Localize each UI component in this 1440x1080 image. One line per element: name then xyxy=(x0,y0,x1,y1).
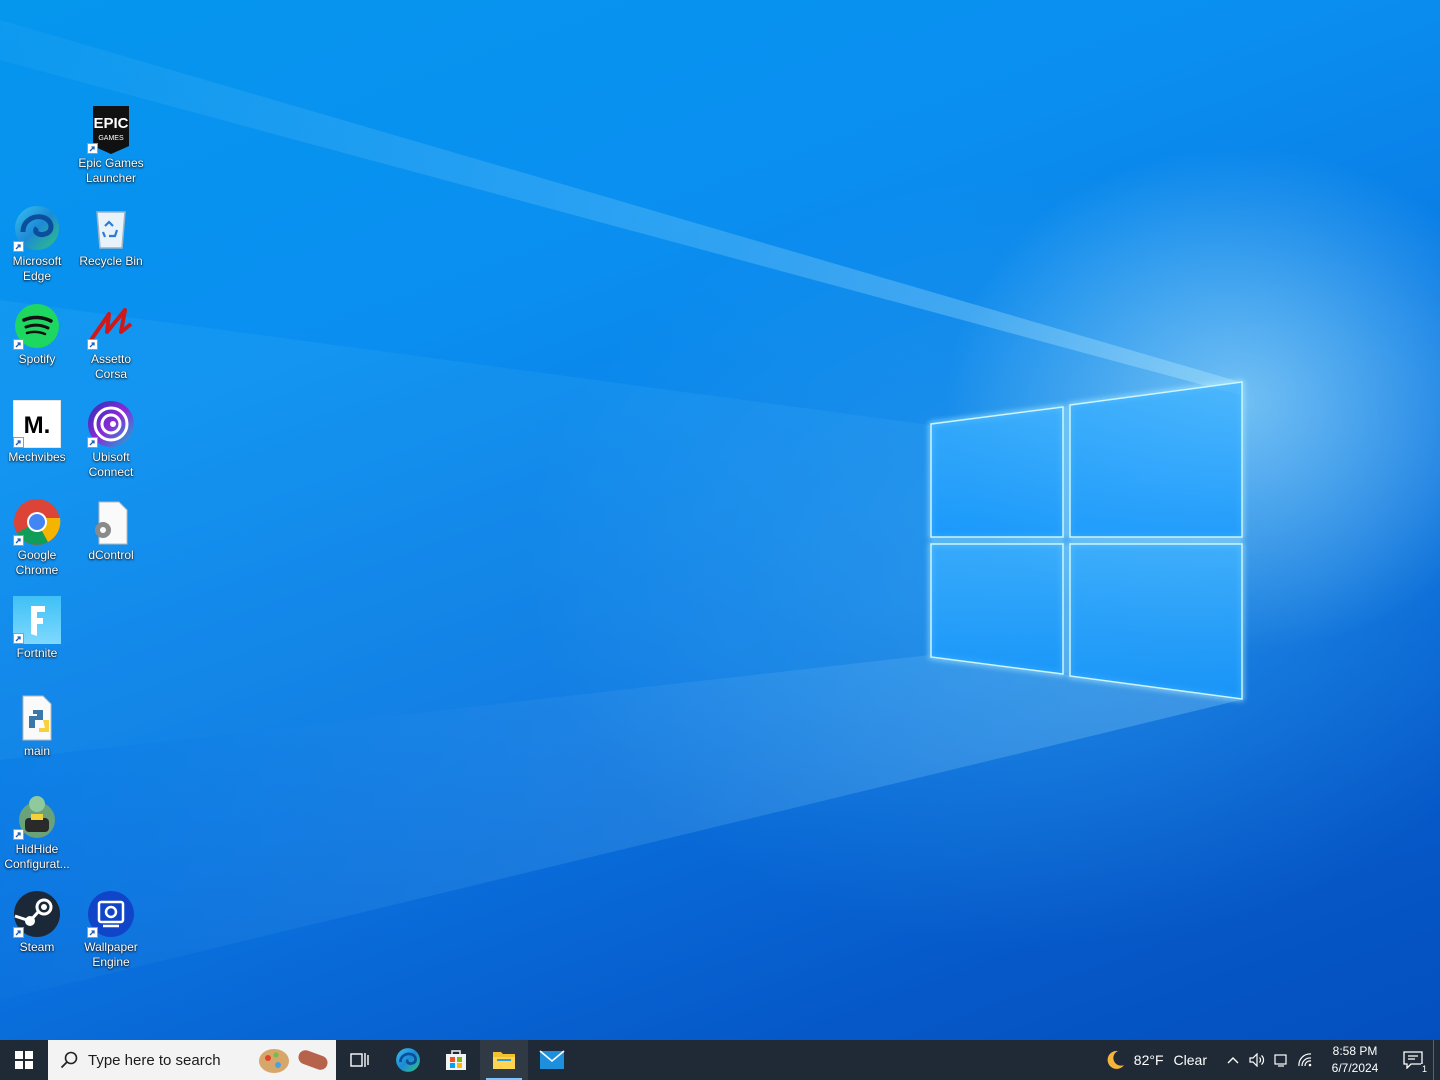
shortcut-arrow-icon xyxy=(87,927,98,938)
show-desktop-button[interactable] xyxy=(1433,1040,1440,1080)
desktop-icon-hidhide[interactable]: HidHide Configurat... xyxy=(0,790,74,882)
mechvibes-icon: M. xyxy=(12,399,62,449)
recycle-bin-icon xyxy=(87,204,135,252)
windows-wallpaper-logo xyxy=(929,380,1244,701)
shortcut-arrow-icon xyxy=(87,339,98,350)
weather-widget[interactable]: 82°F Clear xyxy=(1104,1049,1207,1071)
file-explorer-icon xyxy=(493,1052,515,1069)
taskbar-edge-button[interactable] xyxy=(384,1040,432,1080)
clock-time: 8:58 PM xyxy=(1332,1044,1378,1058)
desktop-icon-label: Ubisoft Connect xyxy=(88,450,134,479)
desktop-icon-label: main xyxy=(23,744,50,758)
desktop-icon-epic-games-launcher[interactable]: EPIC GAMES Epic Games Launcher xyxy=(74,104,148,196)
chrome-icon xyxy=(13,498,61,546)
shortcut-arrow-icon xyxy=(13,829,24,840)
store-icon xyxy=(446,1050,466,1070)
svg-text:EPIC: EPIC xyxy=(93,115,128,132)
desktop-icon-label: Microsoft Edge xyxy=(12,254,62,283)
shortcut-arrow-icon xyxy=(13,633,24,644)
volume-icon xyxy=(1249,1053,1265,1067)
desktop-icon-steam[interactable]: Steam xyxy=(0,888,74,980)
start-button[interactable] xyxy=(0,1040,48,1080)
shortcut-arrow-icon xyxy=(87,437,98,448)
edge-icon xyxy=(396,1048,420,1072)
weather-condition: Clear xyxy=(1173,1052,1207,1068)
spotify-icon xyxy=(13,302,61,350)
shortcut-arrow-icon xyxy=(13,339,24,350)
desktop-icon-recycle-bin[interactable]: Recycle Bin xyxy=(74,202,148,294)
desktop-icon-label: dControl xyxy=(88,548,134,562)
desktop-icon-label: Mechvibes xyxy=(8,450,66,464)
desktop-icon-assetto-corsa[interactable]: Assetto Corsa xyxy=(74,300,148,392)
mail-icon xyxy=(539,1050,565,1069)
desktop-icon-mechvibes[interactable]: M. Mechvibes xyxy=(0,398,74,490)
desktop-icon-label: Recycle Bin xyxy=(79,254,143,268)
desktop-icon-label: Epic Games Launcher xyxy=(78,156,144,185)
action-center-button[interactable]: 1 xyxy=(1393,1040,1433,1080)
desktop-icon-label: HidHide Configurat... xyxy=(4,842,70,871)
taskbar-file-explorer-button[interactable] xyxy=(480,1040,528,1080)
desktop-icon-google-chrome[interactable]: Google Chrome xyxy=(0,496,74,588)
assetto-corsa-icon xyxy=(87,302,135,350)
desktop[interactable]: EPIC GAMES Epic Games Launcher Microsoft… xyxy=(0,0,1440,1040)
windows-start-icon xyxy=(15,1051,33,1069)
network-button[interactable] xyxy=(1293,1040,1317,1080)
desktop-icon-label: Spotify xyxy=(18,352,56,366)
fortnite-icon xyxy=(13,596,61,644)
weather-temperature: 82°F xyxy=(1133,1052,1164,1068)
clock-date: 6/7/2024 xyxy=(1331,1061,1379,1075)
epic-games-icon: EPIC GAMES xyxy=(87,106,135,154)
moon-icon xyxy=(1107,1050,1124,1069)
hidhide-icon xyxy=(13,792,61,840)
taskbar-mail-button[interactable] xyxy=(528,1040,576,1080)
taskbar-clock[interactable]: 8:58 PM 6/7/2024 xyxy=(1323,1043,1387,1077)
task-view-icon xyxy=(350,1053,369,1067)
search-icon xyxy=(60,1051,78,1069)
chevron-up-icon xyxy=(1227,1057,1239,1064)
volume-button[interactable] xyxy=(1245,1040,1269,1080)
svg-text:M.: M. xyxy=(24,412,51,439)
shortcut-arrow-icon xyxy=(13,437,24,448)
desktop-icon-label: Fortnite xyxy=(16,646,58,660)
desktop-icon-wallpaper-engine[interactable]: Wallpaper Engine xyxy=(74,888,148,980)
dcontrol-icon xyxy=(87,498,135,546)
desktop-icon-fortnite[interactable]: Fortnite xyxy=(0,594,74,686)
svg-text:GAMES: GAMES xyxy=(98,135,124,142)
search-placeholder: Type here to search xyxy=(88,1051,221,1069)
search-highlight-doodle-icon xyxy=(259,1049,328,1073)
task-view-button[interactable] xyxy=(336,1040,384,1080)
ubisoft-icon xyxy=(87,400,135,448)
steam-icon xyxy=(13,890,61,938)
taskbar-store-button[interactable] xyxy=(432,1040,480,1080)
camera-icon xyxy=(1274,1054,1287,1067)
system-tray: 82°F Clear 8:58 PM 6/7/2024 1 xyxy=(1104,1040,1440,1080)
show-hidden-icons-button[interactable] xyxy=(1221,1040,1245,1080)
desktop-icon-label: Assetto Corsa xyxy=(90,352,132,381)
taskbar-search-box[interactable]: Type here to search xyxy=(48,1040,336,1080)
desktop-icon-label: Steam xyxy=(19,940,55,954)
desktop-icon-label: Google Chrome xyxy=(15,548,59,577)
python-file-icon xyxy=(13,694,61,742)
notification-count-badge: 1 xyxy=(1420,1064,1428,1074)
taskbar: Type here to search 82°F Clear 8:58 PM 6… xyxy=(0,1040,1440,1080)
desktop-icon-ubisoft-connect[interactable]: Ubisoft Connect xyxy=(74,398,148,490)
shortcut-arrow-icon xyxy=(13,535,24,546)
edge-icon xyxy=(13,204,61,252)
desktop-icon-main[interactable]: main xyxy=(0,692,74,784)
wallpaper-engine-icon xyxy=(87,890,135,938)
desktop-icon-label: Wallpaper Engine xyxy=(84,940,138,969)
shortcut-arrow-icon xyxy=(87,143,98,154)
shortcut-arrow-icon xyxy=(13,927,24,938)
shortcut-arrow-icon xyxy=(13,241,24,252)
desktop-icon-microsoft-edge[interactable]: Microsoft Edge xyxy=(0,202,74,294)
desktop-icon-dcontrol[interactable]: dControl xyxy=(74,496,148,588)
desktop-icon-spotify[interactable]: Spotify xyxy=(0,300,74,392)
wifi-icon xyxy=(1298,1053,1312,1067)
meet-now-button[interactable] xyxy=(1269,1040,1293,1080)
